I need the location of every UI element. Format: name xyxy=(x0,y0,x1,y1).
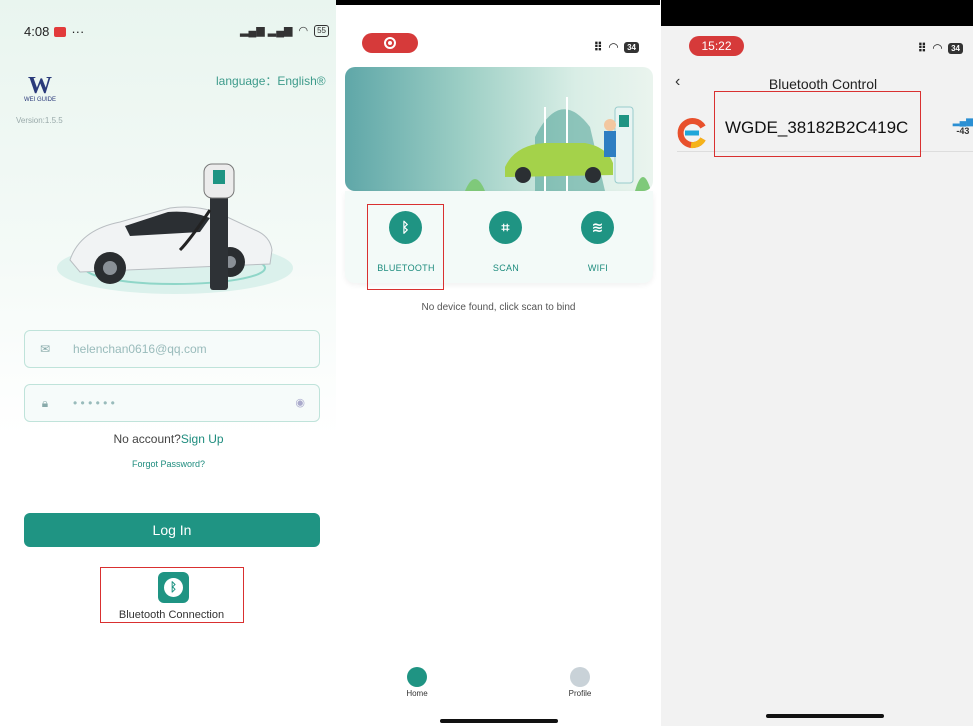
no-device-message: No device found, click scan to bind xyxy=(421,302,576,313)
signal-strength: ▂▄▆ -43 xyxy=(953,116,973,136)
rssi-value: -43 xyxy=(956,126,970,136)
signal-icon: ⠿ xyxy=(593,40,603,54)
login-button[interactable]: Log In xyxy=(24,513,320,547)
lock-icon: 🔒︎ xyxy=(41,395,49,410)
signal-icon: ⠿ xyxy=(917,41,927,55)
signal-icon: ▂▄▆ ▂▄▆ xyxy=(240,25,293,37)
device-brand-icon xyxy=(677,117,709,149)
battery-indicator: 55 xyxy=(314,24,329,37)
email-value: helenchan0616@qq.com xyxy=(73,342,207,356)
page-title: Bluetooth Control xyxy=(768,76,878,92)
home-indicator[interactable] xyxy=(766,714,884,718)
home-banner xyxy=(345,67,653,191)
profile-icon xyxy=(570,667,590,687)
signal-bars-icon: ▂▄▆ xyxy=(952,116,973,126)
status-time: 4:08 xyxy=(24,24,50,39)
tab-profile-label: Profile xyxy=(568,689,592,698)
home-icon xyxy=(407,667,427,687)
status-bar-right: ⠿ ◠ 34 xyxy=(593,40,639,54)
status-bar-right: ▂▄▆ ▂▄▆ ◠ 55 xyxy=(240,24,329,37)
bluetooth-control-screen: 15:22 ⠿ ◠ 34 ‹ Bluetooth Control WGDE_38… xyxy=(661,0,973,726)
signup-prompt: No account?Sign Up xyxy=(0,432,337,446)
bluetooth-tile-highlight xyxy=(367,204,444,290)
login-screen: 4:08 ··· ▂▄▆ ▂▄▆ ◠ 55 W WEI GUIDE Versio… xyxy=(0,0,337,726)
tile-label: SCAN xyxy=(492,263,520,273)
language-selector[interactable]: language：English® xyxy=(216,72,326,89)
screen-record-indicator xyxy=(362,33,418,53)
scan-icon: ⌗ xyxy=(489,211,522,244)
status-bar-right: ⠿ ◠ 34 xyxy=(917,41,963,55)
no-account-text: No account? xyxy=(113,432,181,446)
status-bar-left: 4:08 ··· xyxy=(24,24,84,39)
wifi-status-icon: ◠ xyxy=(298,25,309,37)
battery-indicator: 34 xyxy=(948,42,963,54)
status-dots: ··· xyxy=(71,24,85,39)
car-charger-illustration xyxy=(50,150,300,310)
wifi-status-icon: ◠ xyxy=(932,41,943,55)
logo-brand: WEI GUIDE xyxy=(23,97,56,103)
device-highlight xyxy=(714,91,921,157)
home-screen: ⠿ ◠ 34 ᛒ BLUETOOTH ⌗ SCAN ≋ WIFI No devi… xyxy=(336,0,661,726)
battery-indicator: 34 xyxy=(624,41,639,53)
wifi-icon: ≋ xyxy=(581,211,614,244)
tile-wifi[interactable]: ≋ WIFI xyxy=(553,191,643,283)
wifi-status-icon: ◠ xyxy=(608,40,619,54)
bluetooth-connection-label[interactable]: Bluetooth Connection xyxy=(101,609,242,621)
bluetooth-connection-highlight[interactable]: ᛒ Bluetooth Connection xyxy=(100,567,244,623)
password-field[interactable]: 🔒︎ • • • • • • ◉ xyxy=(24,384,320,422)
password-value: • • • • • • xyxy=(73,396,115,410)
status-time: 15:22 xyxy=(689,36,744,56)
notification-icon xyxy=(54,26,67,37)
screenshot-collage: 4:08 ··· ▂▄▆ ▂▄▆ ◠ 55 W WEI GUIDE Versio… xyxy=(0,0,973,726)
forgot-password-link[interactable]: Forgot Password? xyxy=(0,459,337,469)
sign-up-link[interactable]: Sign Up xyxy=(181,432,224,446)
tab-home-label: Home xyxy=(406,689,428,698)
mail-icon: ✉ xyxy=(39,342,51,356)
eye-icon[interactable]: ◉ xyxy=(295,396,305,409)
tile-label: WIFI xyxy=(587,263,609,273)
email-field[interactable]: ✉ helenchan0616@qq.com xyxy=(24,330,320,368)
tab-home[interactable]: Home xyxy=(387,667,447,698)
tile-scan[interactable]: ⌗ SCAN xyxy=(461,191,551,283)
brand-logo: W WEI GUIDE xyxy=(20,73,60,103)
logo-letter: W xyxy=(28,73,52,99)
home-indicator[interactable] xyxy=(440,719,558,723)
bluetooth-icon[interactable]: ᛒ xyxy=(158,572,189,603)
app-version: Version:1.5.5 xyxy=(16,116,63,125)
tab-profile[interactable]: Profile xyxy=(550,667,610,698)
